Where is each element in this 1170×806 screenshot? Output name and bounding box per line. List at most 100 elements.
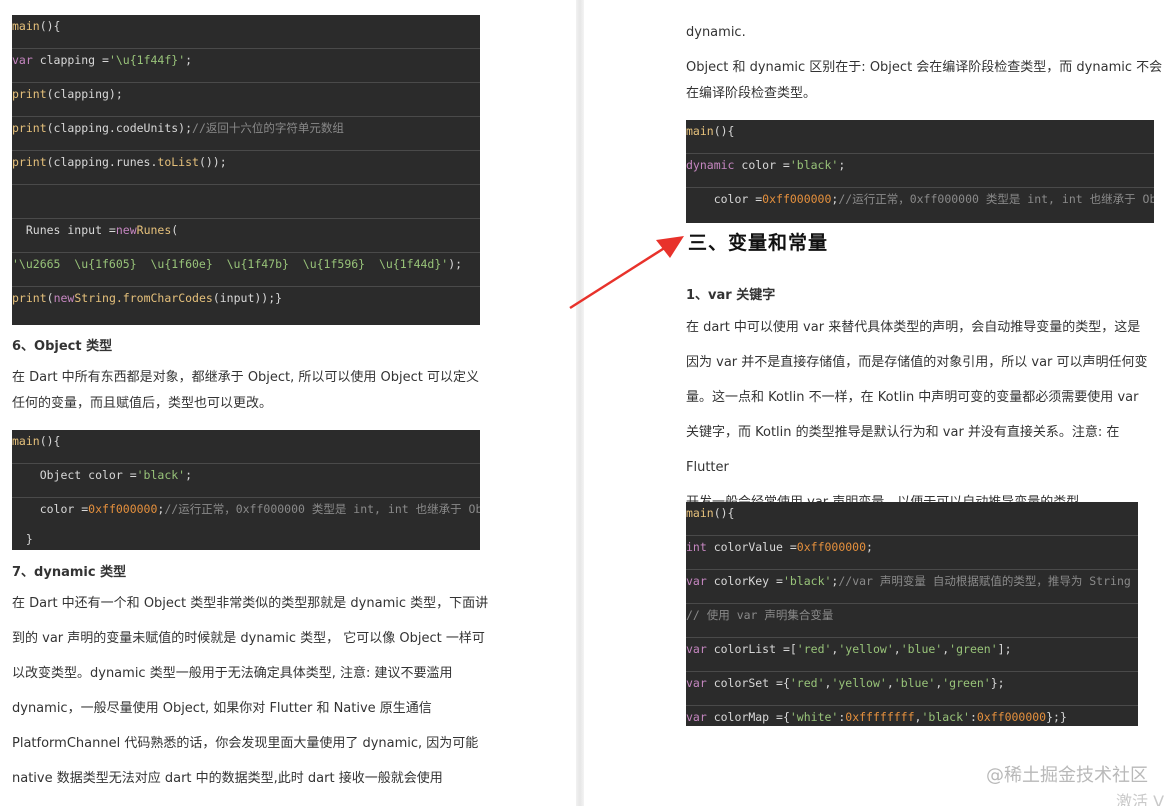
code-token: print — [12, 291, 47, 305]
code-token: toList — [157, 155, 199, 169]
text-line: dynamic，一般尽量使用 Object, 如果你对 Flutter 和 Na… — [12, 701, 432, 716]
code-line: color =0xff000000;//运行正常，0xff000000 类型是 … — [12, 498, 480, 532]
text-line: 任何的变量，而且赋值后，类型也可以更改。 — [12, 396, 273, 411]
code-token: 'black' — [921, 710, 970, 724]
watermark: @稀土掘金技术社区 — [986, 765, 1148, 786]
code-token: ; — [866, 540, 873, 554]
paragraph-dynamic: 在 Dart 中还有一个和 Object 类型非常类似的类型那就是 dynami… — [12, 586, 492, 796]
code-token: new — [115, 223, 137, 237]
code-line: // 使用 var 声明集合变量 — [686, 604, 1138, 638]
code-token: 'yellow' — [838, 642, 894, 656]
code-line: var colorMap ={'white':0xffffffff,'black… — [686, 706, 1138, 726]
right-page: dynamic. Object 和 dynamic 区别在于: Object 会… — [584, 0, 1170, 806]
code-line: var colorKey ='black';//var 声明变量 自动根据赋值的… — [686, 570, 1138, 604]
code-token: (clapping); — [46, 87, 123, 101]
code-line: print(clapping.codeUnits);//返回十六位的字符单元数组 — [12, 117, 480, 151]
code-line: main(){ — [12, 15, 480, 49]
code-token: 'blue' — [900, 642, 943, 656]
code-token: color = — [686, 192, 763, 206]
code-token: print — [12, 121, 47, 135]
code-token: 0xffffffff — [845, 710, 915, 724]
code-token: ( — [46, 291, 54, 305]
code-token: 'red' — [789, 676, 825, 690]
paragraph-object: 在 Dart 中所有东西都是对象，都继承于 Object, 所以可以使用 Obj… — [12, 365, 492, 417]
code-token: colorMap ={ — [706, 710, 790, 724]
code-block-object: main(){ Object color ='black'; color =0x… — [12, 430, 480, 550]
code-token: ; — [838, 158, 846, 172]
code-token: //运行正常，0xff000000 类型是 int, int 也继承于 Obje… — [838, 192, 1154, 206]
text-line: 在 Dart 中还有一个和 Object 类型非常类似的类型那就是 dynami… — [12, 596, 489, 611]
code-token: colorList =[ — [706, 642, 797, 656]
code-line — [12, 185, 480, 219]
code-token: 'green' — [949, 642, 998, 656]
code-token: color = — [734, 158, 790, 172]
code-token: (){ — [713, 124, 735, 138]
code-token: 0xff000000 — [88, 502, 158, 516]
code-token: , — [886, 676, 894, 690]
text-line: 因为 var 并不是直接存储值，而是存储值的对象引用，所以 var 可以声明任何… — [686, 355, 1148, 370]
text-line: 在 dart 中可以使用 var 来替代具体类型的声明，会自动推导变量的类型，这… — [686, 320, 1141, 335]
code-token: , — [893, 642, 901, 656]
code-block-runes: main(){var clapping ='\u{1f44f}'; print(c… — [12, 15, 480, 325]
code-line: main(){ — [12, 430, 480, 464]
code-token: main — [686, 124, 714, 138]
code-token: : — [969, 710, 977, 724]
code-token: 'white' — [789, 710, 839, 724]
text-line: native 数据类型无法对应 dart 中的数据类型,此时 dart 接收一般… — [12, 771, 443, 786]
text-line: 到的 var 声明的变量未赋值的时候就是 dynamic 类型， 它可以像 Ob… — [12, 631, 485, 646]
text-line: 关键字，而 Kotlin 的类型推导是默认行为和 var 并没有直接关系。注意:… — [686, 425, 1120, 475]
code-token: clapping = — [32, 53, 109, 67]
code-line: } — [12, 532, 33, 546]
text-line: PlatformChannel 代码熟悉的话，你会发现里面大量使用了 dynam… — [12, 736, 479, 751]
code-token: print — [12, 87, 47, 101]
code-token: 0xff000000 — [976, 710, 1047, 724]
code-token: var — [686, 642, 707, 656]
code-block-var: main(){int colorValue =0xff000000; var co… — [686, 502, 1138, 726]
code-token: ); — [448, 257, 463, 271]
code-token: main — [12, 434, 40, 448]
code-token: color = — [12, 502, 89, 516]
code-token: print — [12, 155, 47, 169]
code-token: // 使用 var 声明集合变量 — [686, 608, 834, 622]
code-line: dynamic color ='black'; — [686, 154, 1154, 188]
code-line: print(clapping); — [12, 83, 480, 117]
code-token: //运行正常，0xff000000 类型是 int, int 也继承于 Obje… — [164, 502, 480, 516]
code-token: var — [686, 676, 707, 690]
heading-dynamic-type: 7、dynamic 类型 — [12, 565, 127, 580]
code-token: main — [686, 506, 714, 520]
text-line: 量。这一点和 Kotlin 不一样，在 Kotlin 中声明可变的变量都必须需要… — [686, 390, 1139, 405]
heading-var-keyword: 1、var 关键字 — [686, 288, 776, 303]
code-token: (){ — [713, 506, 735, 520]
code-line: Runes input =newRunes( — [12, 219, 480, 253]
code-token: var — [686, 710, 707, 724]
code-line: var colorList =['red','yellow','blue','g… — [686, 638, 1138, 672]
code-token: };} — [1046, 710, 1067, 724]
code-token: (){ — [39, 19, 61, 33]
code-token: '\u{1f44f}' — [108, 53, 186, 67]
text-line: 以改变类型。dynamic 类型一般用于无法确定具体类型, 注意: 建议不要滥用 — [12, 666, 453, 681]
code-token: ; — [185, 468, 193, 482]
code-token: (input));} — [212, 291, 283, 305]
code-token: dynamic — [686, 158, 735, 172]
code-line: main(){ — [686, 120, 1154, 154]
code-token: 0xff000000 — [762, 192, 832, 206]
code-line: print(clapping.runes.toList()); — [12, 151, 480, 185]
heading-object-type: 6、Object 类型 — [12, 339, 113, 354]
page-gutter — [576, 0, 584, 806]
code-token: ]; — [997, 642, 1012, 656]
watermark-activate: 激活 V — [1116, 792, 1165, 806]
paragraph-dynamic-end: dynamic. — [686, 25, 746, 40]
code-line: Object color ='black'; — [12, 464, 480, 498]
code-token: 'black' — [782, 574, 832, 588]
code-token: 'green' — [942, 676, 991, 690]
paragraph-var: 在 dart 中可以使用 var 来替代具体类型的声明，会自动推导变量的类型，这… — [686, 310, 1166, 520]
code-block-dynamic: main(){dynamic color ='black'; color =0x… — [686, 120, 1154, 223]
code-token: colorSet ={ — [706, 676, 790, 690]
section-title-variables: 三、变量和常量 — [688, 232, 829, 254]
code-token: ; — [185, 53, 193, 67]
text-line: Object 和 dynamic 区别在于: Object 会在编译阶段检查类型… — [686, 60, 1163, 75]
paragraph-difference: Object 和 dynamic 区别在于: Object 会在编译阶段检查类型… — [686, 55, 1166, 107]
code-token: colorValue = — [706, 540, 797, 554]
code-token: main — [12, 19, 40, 33]
code-token: var — [686, 574, 707, 588]
